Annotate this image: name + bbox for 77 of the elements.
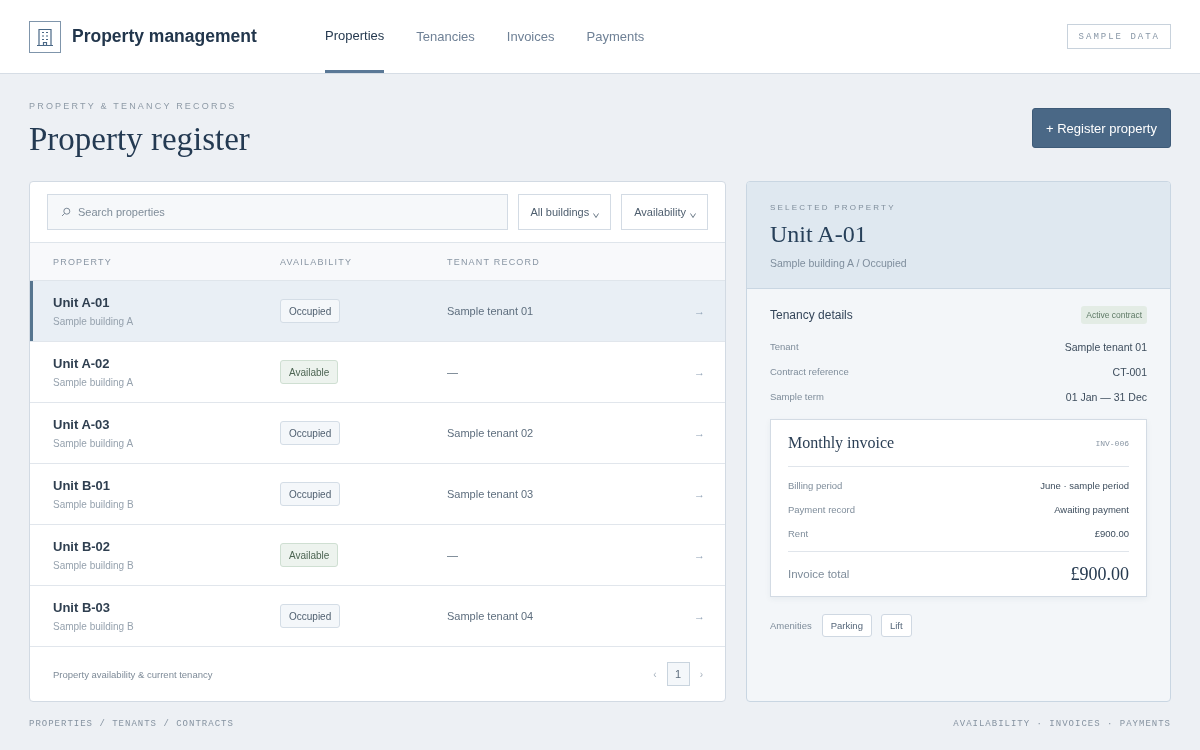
tenant-name: Sample tenant 02 xyxy=(447,427,534,439)
panel-eyebrow: SELECTED PROPERTY xyxy=(770,203,896,212)
building-name: Sample building A xyxy=(53,316,134,327)
row-arrow-link[interactable]: → xyxy=(694,427,705,439)
availability-status: Occupied xyxy=(280,604,341,628)
total-amount: £900.00 xyxy=(1070,563,1129,585)
field-value: CT-001 xyxy=(1112,365,1147,378)
nav-tab[interactable]: Payments xyxy=(586,0,645,73)
line-value: June · sample period xyxy=(1040,479,1129,491)
table-row[interactable]: Unit A-01 Sample building A Occupied Sample tenant 01 → xyxy=(30,281,725,342)
field-value: 01 Jan — 31 Dec xyxy=(1065,390,1147,403)
invoice-title: Monthly invoice xyxy=(788,434,895,452)
building-name: Sample building A xyxy=(53,438,134,449)
filter-dropdown[interactable]: All buildings xyxy=(517,194,612,230)
row-arrow-link[interactable]: → xyxy=(694,366,705,378)
line-value: Awaiting payment xyxy=(1054,503,1129,515)
tenant-name: — xyxy=(447,549,458,561)
unit-name: Unit A-01 xyxy=(53,295,110,310)
property-subtitle: Sample building A / Occupied xyxy=(770,257,907,269)
building-icon xyxy=(29,20,61,53)
unit-name: Unit A-03 xyxy=(53,417,110,432)
total-label: Invoice total xyxy=(788,568,850,580)
contract-status: Active contract xyxy=(1081,306,1147,324)
unit-name: Unit B-01 xyxy=(53,478,111,493)
table-caption: Property availability & current tenancy xyxy=(53,668,213,680)
caret-icon xyxy=(593,212,600,218)
unit-name: Unit B-03 xyxy=(53,600,111,615)
invoice-number: INV-006 xyxy=(1095,438,1129,448)
register-property-button[interactable]: + Register property xyxy=(1032,108,1171,148)
line-value: £900.00 xyxy=(1094,527,1129,539)
field-value: Sample tenant 01 xyxy=(1064,340,1147,353)
availability-status: Occupied xyxy=(280,299,341,323)
nav-tab[interactable]: Tenancies xyxy=(416,0,475,73)
filter-dropdown[interactable]: Availability xyxy=(621,194,708,230)
caret-icon xyxy=(690,212,696,218)
row-arrow-link[interactable]: → xyxy=(694,610,705,622)
page-eyebrow: PROPERTY & TENANCY RECORDS xyxy=(29,101,237,111)
availability-status: Available xyxy=(280,543,339,567)
line-label: Rent xyxy=(788,527,809,539)
search-icon xyxy=(61,207,71,217)
amenities-label: Amenities xyxy=(770,620,812,631)
search-field[interactable]: Search properties xyxy=(47,194,508,230)
building-name: Sample building A xyxy=(53,377,134,388)
row-arrow-link[interactable]: → xyxy=(694,549,705,561)
footer-links-text: AVAILABILITY · INVOICES · PAYMENTS xyxy=(953,719,1171,729)
unit-name: Unit A-02 xyxy=(53,356,110,371)
property-title: Unit A-01 xyxy=(770,220,867,248)
amenity-tag: Parking xyxy=(821,614,872,637)
field-label: Sample term xyxy=(770,391,824,402)
column-header: PROPERTY xyxy=(53,256,112,267)
nav-tab[interactable]: Properties xyxy=(325,0,385,73)
unit-name: Unit B-02 xyxy=(53,539,111,554)
tenant-name: Sample tenant 03 xyxy=(447,488,534,500)
sample-data-tag: SAMPLE DATA xyxy=(1066,24,1171,49)
building-name: Sample building B xyxy=(53,560,134,571)
tenant-name: — xyxy=(447,366,458,378)
app-title: Property management xyxy=(72,26,257,47)
row-arrow-link[interactable]: → xyxy=(694,488,705,500)
field-label: Contract reference xyxy=(770,366,849,377)
amenity-tag: Lift xyxy=(880,614,912,637)
line-label: Billing period xyxy=(788,479,843,491)
column-header: AVAILABILITY xyxy=(280,256,353,267)
field-label: Tenant xyxy=(770,341,799,352)
section-title: Tenancy details xyxy=(770,308,853,322)
availability-status: Available xyxy=(280,360,339,384)
nav-tab[interactable]: Invoices xyxy=(506,0,555,73)
page-number[interactable]: 1 xyxy=(666,662,690,686)
page-title: Property register xyxy=(29,120,250,158)
breadcrumb-text: PROPERTIES / TENANTS / CONTRACTS xyxy=(29,719,234,729)
line-label: Payment record xyxy=(788,503,856,515)
building-name: Sample building B xyxy=(53,499,134,510)
availability-status: Occupied xyxy=(280,482,341,506)
building-name: Sample building B xyxy=(53,621,134,632)
tenant-name: Sample tenant 01 xyxy=(447,305,534,317)
column-header: TENANT RECORD xyxy=(447,256,540,267)
tenant-name: Sample tenant 04 xyxy=(447,610,534,622)
availability-status: Occupied xyxy=(280,421,341,445)
